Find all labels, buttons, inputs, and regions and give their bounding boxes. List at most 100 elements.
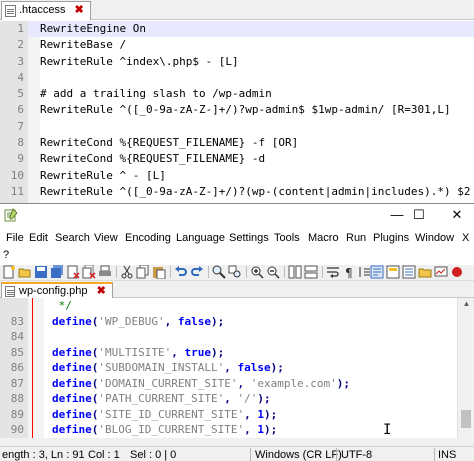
code-line[interactable]: 86 define('SUBDOMAIN_INSTALL', false);	[0, 360, 474, 376]
htaccess-tab-bar: .htaccess ✖	[0, 0, 474, 20]
title-bar[interactable]: — ☐ ✕	[0, 204, 474, 227]
code-line[interactable]: 2 RewriteBase /	[0, 37, 474, 54]
folder-as-workspace-icon[interactable]	[418, 265, 432, 279]
htaccess-code-area[interactable]: 1 RewriteEngine On 2 RewriteBase / 3 RewriteR…	[0, 21, 474, 203]
save-icon[interactable]	[34, 265, 48, 279]
line-number: 4	[0, 69, 28, 87]
code-line[interactable]: 89 define('SITE_ID_CURRENT_SITE', 1);	[0, 406, 474, 423]
menu-view[interactable]: View	[94, 230, 118, 246]
code-line[interactable]: 85 define('MULTISITE', true);	[0, 344, 474, 360]
show-all-chars-icon[interactable]: ¶	[342, 265, 356, 279]
code-line[interactable]: 88 define('PATH_CURRENT_SITE', '/');	[0, 391, 474, 407]
word-wrap-icon[interactable]	[326, 265, 340, 279]
fold-margin	[28, 118, 40, 136]
line-number: 85	[0, 344, 28, 360]
undo-icon[interactable]	[174, 265, 188, 279]
code-line[interactable]: 84	[0, 329, 474, 345]
fold-guide-line	[32, 375, 33, 391]
code-line[interactable]: 4	[0, 69, 474, 87]
current-code-line[interactable]: 91	[0, 437, 474, 438]
wp-config-code-area[interactable]: */ 83 define('WP_DEBUG', false); 84 85 define…	[0, 298, 474, 438]
code-line[interactable]: 90 define('BLOG_ID_CURRENT_SITE', 1);	[0, 422, 474, 438]
fold-guide-line	[32, 329, 33, 345]
redo-icon[interactable]	[190, 265, 204, 279]
fold-margin	[28, 86, 40, 103]
code-line[interactable]: 5 # add a trailing slash to /wp-admin	[0, 86, 474, 103]
scroll-up-icon[interactable]: ▲	[458, 298, 474, 310]
code-text: RewriteRule ^([_0-9a-zA-Z-]+/)?(wp-(cont…	[40, 184, 471, 198]
menu-tools[interactable]: Tools	[274, 230, 300, 246]
copy-icon[interactable]	[136, 265, 150, 279]
monitoring-icon[interactable]	[434, 265, 448, 279]
close-file-icon[interactable]	[66, 265, 80, 279]
code-text: define('BLOG_ID_CURRENT_SITE', 1);	[52, 422, 277, 438]
fold-margin	[28, 391, 44, 407]
document-map-icon[interactable]	[386, 265, 400, 279]
code-line[interactable]: */	[0, 298, 474, 314]
code-line[interactable]: 83 define('WP_DEBUG', false);	[0, 313, 474, 329]
tab-close-icon[interactable]: ✖	[75, 2, 84, 19]
menu-edit[interactable]: Edit	[29, 230, 48, 246]
fold-margin	[28, 406, 44, 422]
code-line[interactable]: 11 RewriteRule ^([_0-9a-zA-Z-]+/)?(wp-(co…	[0, 183, 474, 201]
code-line[interactable]: 8 RewriteCond %{REQUEST_FILENAME} -f [OR]	[0, 135, 474, 152]
menu-encoding[interactable]: Encoding	[125, 230, 171, 246]
record-macro-icon[interactable]	[450, 265, 464, 279]
code-text: define('SITE_ID_CURRENT_SITE', 1);	[52, 407, 277, 423]
svg-text:¶: ¶	[345, 266, 353, 279]
cut-icon[interactable]	[120, 265, 134, 279]
menu-run[interactable]: Run	[346, 230, 366, 246]
menu-language[interactable]: Language	[176, 230, 225, 246]
line-number: 3	[0, 53, 28, 70]
code-line[interactable]: 3 RewriteRule ^index\.php$ - [L]	[0, 53, 474, 70]
menu-file[interactable]: File	[6, 230, 24, 246]
zoom-in-icon[interactable]	[250, 265, 264, 279]
paste-icon[interactable]	[152, 265, 166, 279]
fold-margin	[28, 344, 44, 360]
menu-settings[interactable]: Settings	[229, 230, 269, 246]
menu-window[interactable]: Window	[415, 230, 454, 246]
code-token: ,	[224, 392, 238, 405]
code-line[interactable]: 10 RewriteRule ^ - [L]	[0, 167, 474, 184]
status-insert-mode[interactable]: INS	[438, 448, 456, 461]
function-list-icon[interactable]	[402, 265, 416, 279]
menu-search[interactable]: Search	[55, 230, 90, 246]
code-line[interactable]: 7	[0, 118, 474, 136]
code-token: define	[52, 345, 92, 359]
line-number: 87	[0, 375, 28, 391]
replace-icon[interactable]	[228, 265, 242, 279]
scrollbar-thumb[interactable]	[461, 410, 471, 428]
code-line[interactable]: 6 RewriteRule ^([_0-9a-zA-Z-]+/)?wp-admin…	[0, 102, 474, 119]
tab-htaccess[interactable]: .htaccess ✖	[1, 1, 91, 20]
vertical-scrollbar[interactable]: ▲	[457, 298, 474, 438]
zoom-out-icon[interactable]	[266, 265, 280, 279]
code-line[interactable]: 9 RewriteCond %{REQUEST_FILENAME} -d	[0, 151, 474, 168]
notepadpp-window: — ☐ ✕ File Edit Search View Encoding Lan…	[0, 203, 474, 461]
close-document-button[interactable]: X	[462, 230, 469, 246]
find-icon[interactable]	[212, 265, 226, 279]
code-line[interactable]: 1 RewriteEngine On	[0, 21, 474, 38]
sync-vertical-icon[interactable]	[288, 265, 302, 279]
print-icon[interactable]	[98, 265, 112, 279]
sync-horizontal-icon[interactable]	[304, 265, 318, 279]
code-line[interactable]: 87 define('DOMAIN_CURRENT_SITE', 'example…	[0, 375, 474, 391]
open-file-icon[interactable]	[18, 265, 32, 279]
tab-wp-config[interactable]: wp-config.php ✖	[1, 282, 113, 298]
code-token: 1	[257, 407, 264, 421]
status-encoding[interactable]: UTF-8	[341, 448, 372, 461]
code-text: RewriteEngine On	[40, 22, 146, 35]
line-number: 90	[0, 422, 28, 438]
menu-macro[interactable]: Macro	[308, 230, 339, 246]
maximize-button[interactable]: ☐	[404, 204, 434, 227]
fold-guide-line	[32, 344, 33, 360]
menu-help[interactable]: ?	[3, 247, 9, 263]
close-window-button[interactable]: ✕	[442, 204, 472, 227]
close-all-icon[interactable]	[82, 265, 96, 279]
toolbar: ¶	[0, 265, 474, 281]
save-all-icon[interactable]	[50, 265, 64, 279]
user-defined-language-icon[interactable]	[370, 265, 384, 279]
menu-plugins[interactable]: Plugins	[373, 230, 409, 246]
new-file-icon[interactable]	[2, 265, 16, 279]
status-eol[interactable]: Windows (CR LF)	[255, 448, 342, 461]
tab-close-icon[interactable]: ✖	[97, 284, 106, 298]
